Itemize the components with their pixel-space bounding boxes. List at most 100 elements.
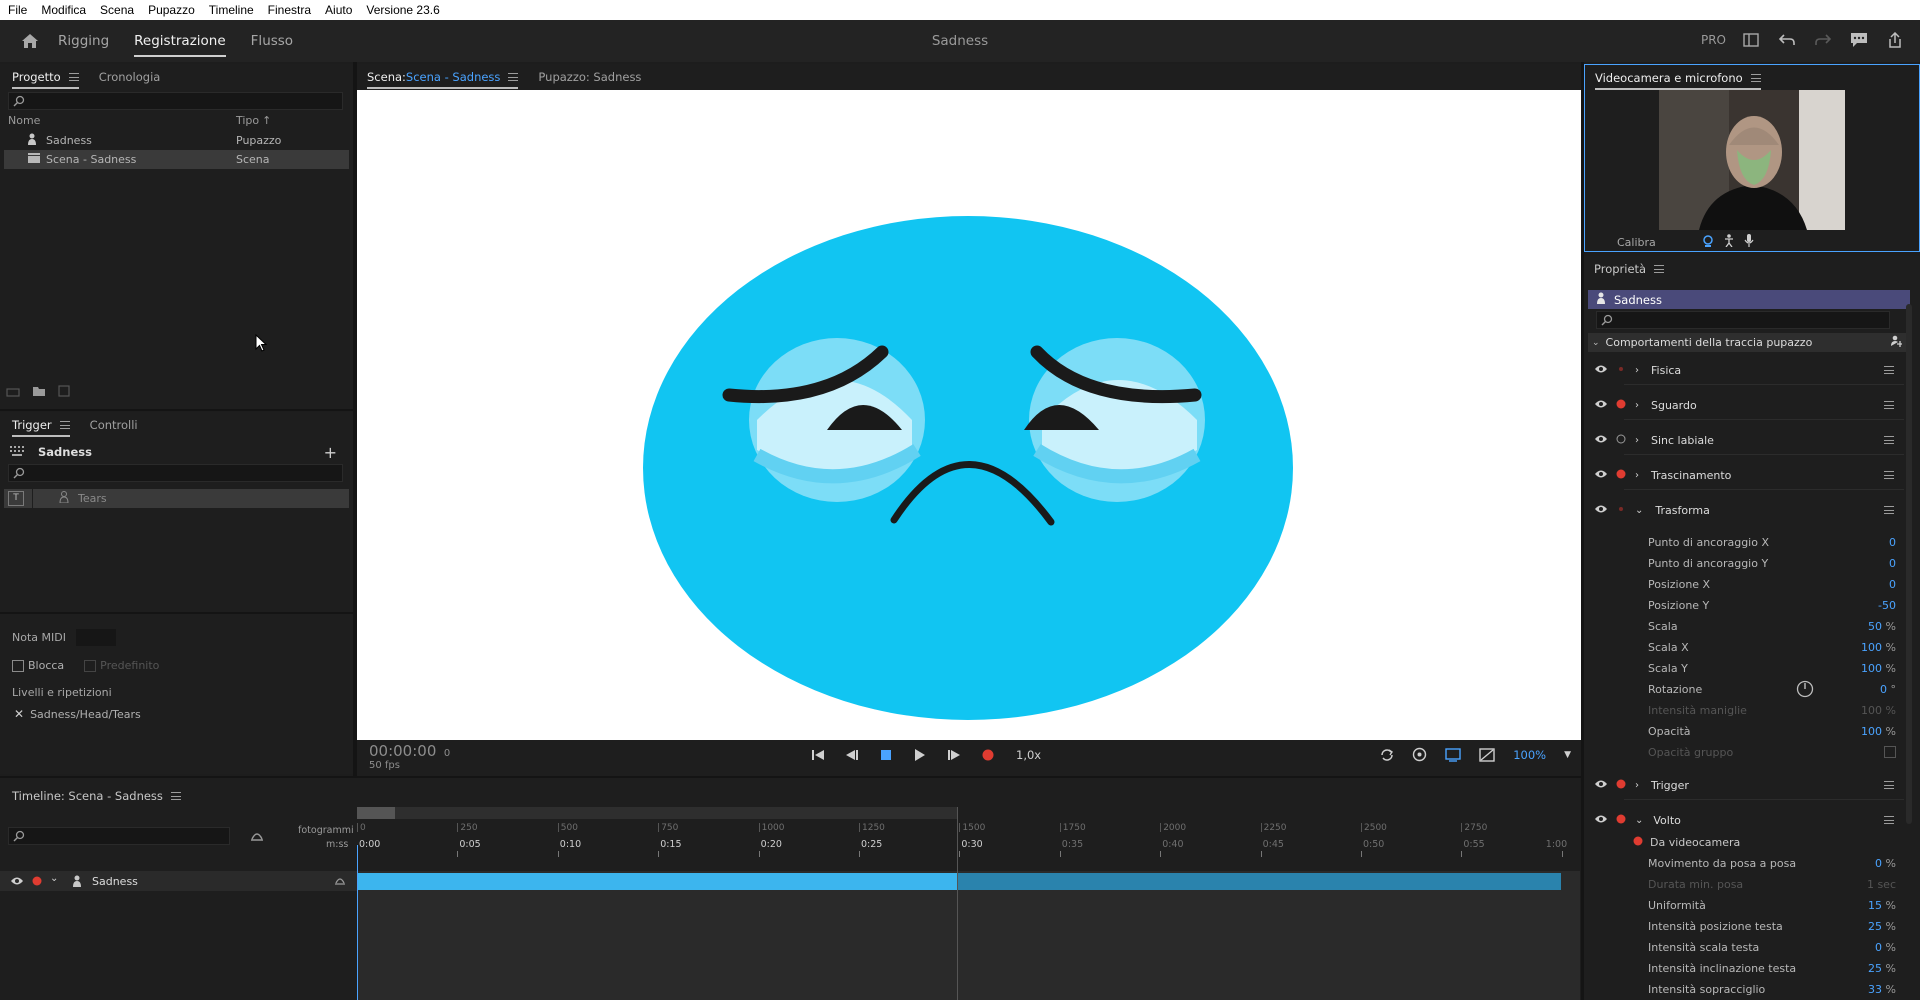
- menu-aiuto[interactable]: Aiuto: [325, 3, 352, 17]
- param-value[interactable]: 0 °: [1880, 683, 1896, 696]
- tab-registrazione[interactable]: Registrazione: [134, 23, 226, 59]
- home-icon[interactable]: [18, 29, 42, 53]
- tab-scene[interactable]: Scena:Scena - Sadness: [367, 64, 519, 90]
- param-value[interactable]: 1 sec: [1867, 878, 1896, 891]
- eye-icon[interactable]: [1594, 814, 1608, 827]
- physics-icon[interactable]: [1412, 747, 1427, 762]
- stop-icon[interactable]: [880, 749, 892, 761]
- behavior-menu-icon[interactable]: [1884, 366, 1894, 374]
- chevron-right-icon[interactable]: ›: [1635, 435, 1639, 446]
- trigger-key[interactable]: T: [8, 491, 24, 506]
- new-scene-icon[interactable]: [6, 385, 20, 400]
- chevron-down-icon[interactable]: ⌄: [1635, 505, 1643, 516]
- trigger-item[interactable]: T Tears: [4, 489, 349, 508]
- tab-properties[interactable]: Proprietà: [1594, 256, 1665, 282]
- menu-timeline[interactable]: Timeline: [209, 3, 254, 17]
- folder-icon[interactable]: [32, 385, 46, 400]
- record-arm-icon[interactable]: [1616, 399, 1626, 412]
- panel-layout-icon[interactable]: [1740, 29, 1762, 51]
- param-value[interactable]: 25 %: [1868, 920, 1896, 933]
- record-icon[interactable]: [982, 749, 994, 761]
- screen-capture-icon[interactable]: [1445, 747, 1461, 762]
- record-arm-icon[interactable]: [1616, 364, 1626, 377]
- chevron-right-icon[interactable]: ›: [1635, 780, 1639, 791]
- redo-icon[interactable]: [1812, 29, 1834, 51]
- tab-flusso[interactable]: Flusso: [251, 23, 293, 59]
- track-row[interactable]: ⌄ Sadness: [0, 871, 1580, 891]
- chevron-down-icon[interactable]: ⌄: [1635, 815, 1643, 826]
- param-value[interactable]: 0 %: [1875, 857, 1896, 870]
- remove-layer-icon[interactable]: ✕: [14, 707, 24, 721]
- disable-live-icon[interactable]: [1479, 747, 1495, 762]
- eye-icon[interactable]: [1594, 434, 1608, 447]
- record-arm-icon[interactable]: [32, 876, 42, 889]
- menu-finestra[interactable]: Finestra: [268, 3, 311, 17]
- work-area-bar[interactable]: [357, 807, 957, 819]
- playhead[interactable]: [357, 845, 358, 1000]
- menu-version[interactable]: Versione 23.6: [366, 3, 439, 17]
- param-value[interactable]: 0: [1889, 557, 1896, 570]
- stage-canvas[interactable]: [357, 90, 1581, 741]
- param-value[interactable]: 100 %: [1861, 641, 1896, 654]
- playback-speed[interactable]: 1,0x: [1016, 748, 1041, 762]
- trigger-search-input[interactable]: [8, 464, 343, 482]
- behavior-row[interactable]: › Fisica: [1584, 360, 1910, 380]
- group-opacity-checkbox[interactable]: [1884, 746, 1896, 758]
- chevron-down-icon[interactable]: ▼: [1564, 750, 1571, 760]
- step-forward-icon[interactable]: [948, 749, 960, 761]
- add-trigger-icon[interactable]: +: [324, 443, 337, 462]
- panel-menu-icon[interactable]: [68, 73, 79, 81]
- midi-note-field[interactable]: [75, 629, 116, 646]
- record-arm-icon[interactable]: [1616, 434, 1626, 447]
- eye-icon[interactable]: [1594, 504, 1608, 517]
- param-value[interactable]: 100 %: [1861, 662, 1896, 675]
- panel-menu-icon[interactable]: [508, 73, 519, 81]
- param-value[interactable]: 0: [1889, 578, 1896, 591]
- project-item-puppet[interactable]: Sadness Pupazzo: [0, 131, 353, 150]
- lock-checkbox[interactable]: [12, 659, 24, 672]
- calibrate-button[interactable]: Calibra: [1617, 236, 1656, 249]
- menu-file[interactable]: File: [8, 3, 27, 17]
- work-area-handle[interactable]: [357, 807, 395, 819]
- loop-icon[interactable]: [1380, 748, 1394, 762]
- chevron-right-icon[interactable]: ›: [1635, 400, 1639, 411]
- tab-camera[interactable]: Videocamera e microfono: [1595, 65, 1761, 91]
- menu-modifica[interactable]: Modifica: [41, 3, 86, 17]
- record-arm-icon[interactable]: [1616, 504, 1626, 517]
- panel-menu-icon[interactable]: [59, 421, 70, 429]
- feedback-icon[interactable]: [1848, 29, 1870, 51]
- rotation-dial-icon[interactable]: [1796, 680, 1814, 701]
- new-item-icon[interactable]: [58, 385, 70, 400]
- eye-icon[interactable]: [1594, 779, 1608, 792]
- record-arm-icon[interactable]: [1633, 836, 1643, 849]
- panel-menu-icon[interactable]: [170, 792, 181, 800]
- tab-cronologia[interactable]: Cronologia: [99, 64, 161, 90]
- menu-pupazzo[interactable]: Pupazzo: [148, 3, 195, 17]
- project-search-input[interactable]: [8, 92, 343, 110]
- panel-menu-icon[interactable]: [1654, 265, 1665, 273]
- eye-icon[interactable]: [1594, 399, 1608, 412]
- behavior-row[interactable]: › Sinc labiale: [1584, 430, 1910, 450]
- zoom-level[interactable]: 100%: [1513, 748, 1546, 762]
- behavior-menu-icon[interactable]: [1884, 436, 1894, 444]
- behaviors-header[interactable]: ⌄ Comportamenti della traccia pupazzo: [1588, 333, 1910, 352]
- play-icon[interactable]: [914, 749, 926, 761]
- param-value[interactable]: 50 %: [1868, 620, 1896, 633]
- eye-icon[interactable]: [1594, 364, 1608, 377]
- microphone-icon[interactable]: [1744, 234, 1754, 250]
- add-behavior-icon[interactable]: [1890, 335, 1903, 350]
- param-value[interactable]: 25 %: [1868, 962, 1896, 975]
- project-item-scene[interactable]: Scena - Sadness Scena: [4, 150, 349, 169]
- param-value[interactable]: 100 %: [1861, 704, 1896, 717]
- behavior-menu-icon[interactable]: [1884, 471, 1894, 479]
- tab-timeline[interactable]: Timeline: Scena - Sadness: [12, 783, 181, 809]
- param-value[interactable]: 15 %: [1868, 899, 1896, 912]
- track-lock-icon[interactable]: [334, 875, 346, 888]
- step-back-icon[interactable]: [846, 749, 858, 761]
- body-tracking-icon[interactable]: [1724, 234, 1734, 250]
- behavior-trigger[interactable]: › Trigger: [1584, 775, 1910, 795]
- eye-icon[interactable]: [10, 876, 24, 889]
- tab-puppet[interactable]: Pupazzo: Sadness: [538, 64, 641, 90]
- param-value[interactable]: -50: [1878, 599, 1896, 612]
- tab-controlli[interactable]: Controlli: [90, 412, 138, 438]
